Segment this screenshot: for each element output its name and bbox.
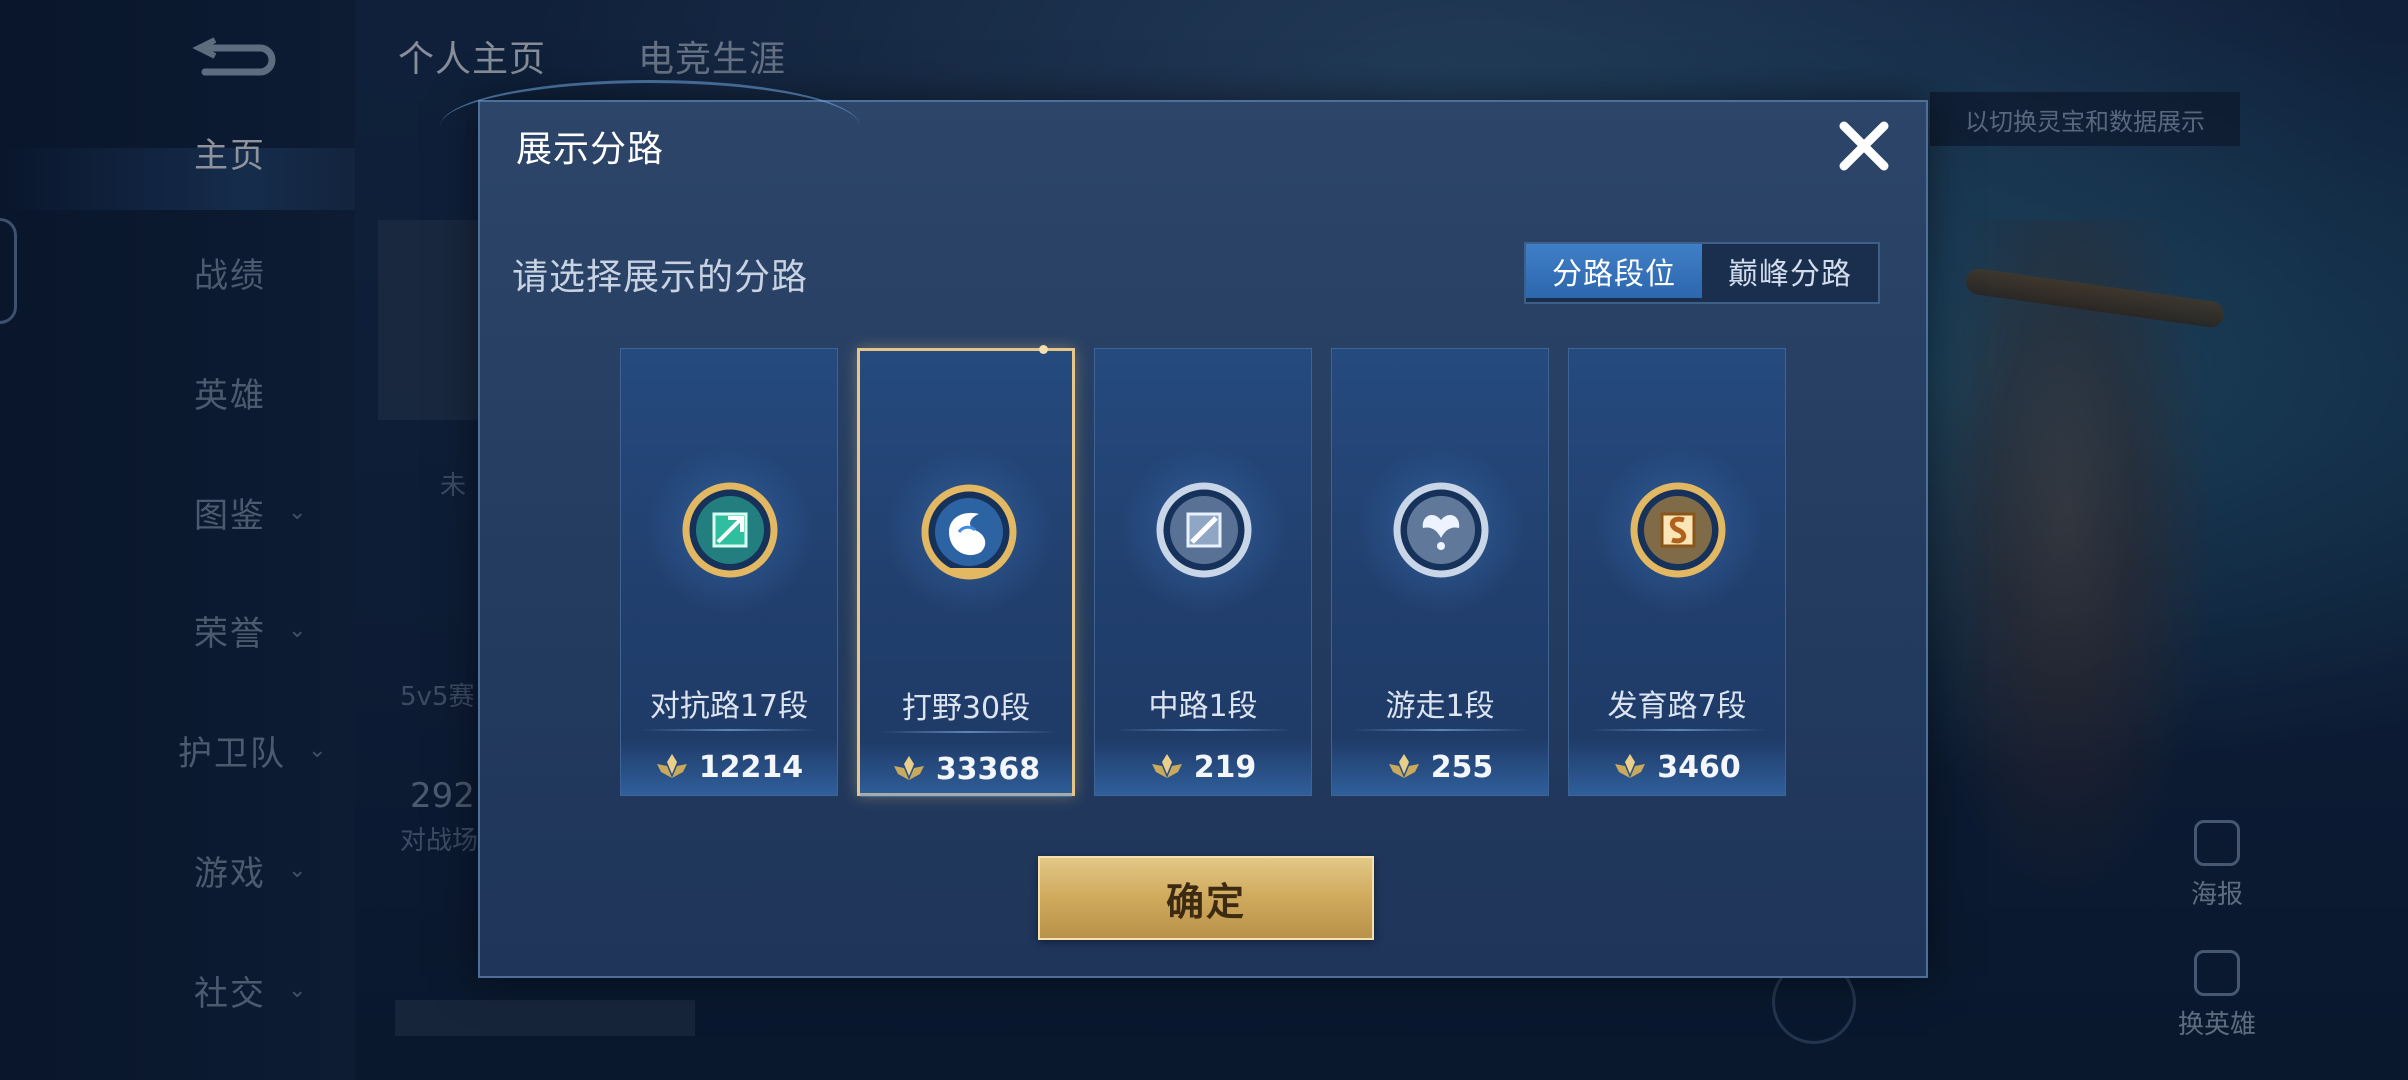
lane-score: 219: [1095, 739, 1311, 795]
card-divider: [641, 729, 819, 731]
lane-rank-label: 对抗路17段: [649, 689, 809, 724]
mid-lane-badge-icon: [1156, 482, 1252, 578]
confirm-button[interactable]: 确定: [1038, 856, 1374, 940]
dialog-subtitle: 请选择展示的分路: [512, 257, 809, 298]
lane-badge: [1119, 445, 1289, 615]
lane-score: 12214: [621, 739, 837, 795]
lane-badge: [645, 445, 815, 615]
lane-rank-label: 游走1段: [1385, 689, 1495, 724]
proficiency-icon: [1388, 754, 1419, 778]
lane-rank-label: 打野30段: [901, 691, 1031, 726]
proficiency-icon: [1615, 754, 1646, 778]
card-divider: [880, 731, 1058, 733]
dialog-title: 展示分路: [516, 129, 665, 170]
card-divider: [1352, 729, 1530, 731]
lane-card[interactable]: 中路1段 219: [1094, 348, 1312, 796]
lane-badge: [884, 447, 1054, 617]
lane-display-dialog: 展示分路 请选择展示的分路 分路段位 巅峰分路 对抗路17段 12214 打野30段 3…: [440, 80, 1928, 978]
card-divider: [1589, 729, 1767, 731]
proficiency-icon: [1151, 754, 1182, 778]
proficiency-icon: [656, 754, 687, 778]
lane-score-value: 12214: [698, 749, 804, 785]
lane-card[interactable]: 打野30段 33368: [857, 345, 1075, 797]
lane-badge: [1356, 445, 1526, 615]
lane-score-value: 33368: [935, 751, 1041, 787]
lane-card-list: 对抗路17段 12214 打野30段 33368 中路1段 219 游走1段 255 发育路7段…: [620, 345, 1790, 798]
close-icon[interactable]: [1834, 116, 1894, 176]
tab-peak-lane[interactable]: 巅峰分路: [1702, 244, 1878, 298]
proficiency-icon: [893, 756, 924, 780]
lane-rank-label: 中路1段: [1148, 689, 1258, 724]
lane-type-tabs: 分路段位 巅峰分路: [1524, 242, 1880, 304]
lane-badge: [1593, 445, 1763, 615]
lane-card[interactable]: 游走1段 255: [1331, 348, 1549, 796]
lane-score: 255: [1332, 739, 1548, 795]
lane-score-value: 219: [1193, 749, 1257, 785]
lane-score: 33368: [860, 741, 1072, 797]
farm-lane-badge-icon: [1630, 482, 1726, 578]
lane-score-value: 255: [1430, 749, 1494, 785]
clash-lane-badge-icon: [682, 482, 778, 578]
card-divider: [1115, 729, 1293, 731]
roam-badge-icon: [1393, 482, 1489, 578]
lane-score: 3460: [1569, 739, 1785, 795]
lane-score-value: 3460: [1657, 749, 1741, 785]
lane-card[interactable]: 发育路7段 3460: [1568, 348, 1786, 796]
jungle-badge-icon: [921, 484, 1017, 580]
lane-card[interactable]: 对抗路17段 12214: [620, 348, 838, 796]
lane-rank-label: 发育路7段: [1607, 689, 1747, 724]
tab-lane-rank[interactable]: 分路段位: [1526, 244, 1702, 298]
